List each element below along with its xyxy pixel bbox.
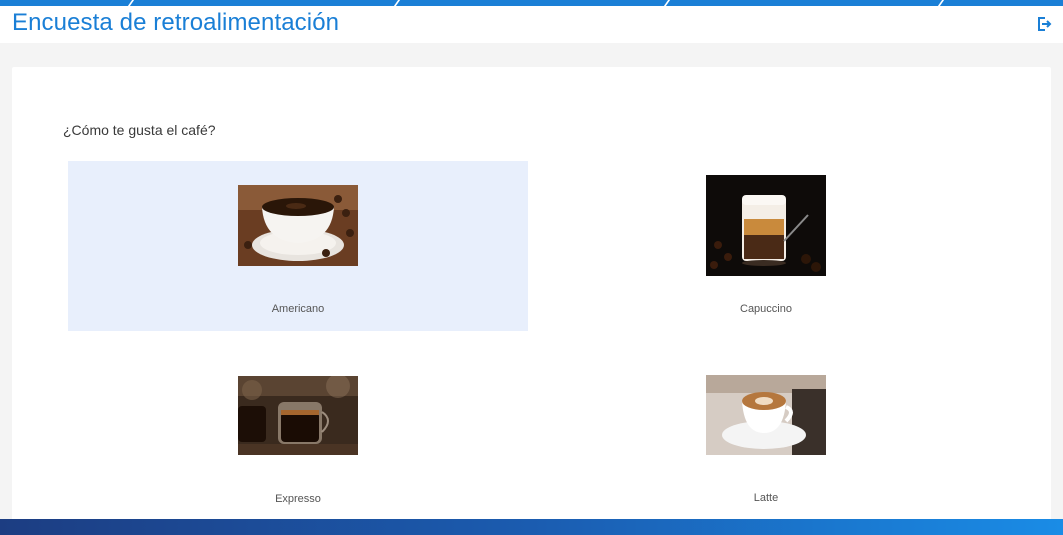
option-label: Capuccino (740, 303, 792, 315)
option-latte[interactable]: Latte (536, 351, 996, 521)
option-label: Expresso (275, 493, 321, 505)
option-label: Americano (271, 303, 325, 315)
footer-gradient-bar (0, 519, 1063, 535)
americano-image (238, 185, 358, 266)
app-header: Encuesta de retroalimentación (0, 6, 1063, 43)
latte-image (706, 375, 826, 455)
option-label: Latte (753, 492, 779, 504)
option-americano[interactable]: Americano (68, 161, 528, 331)
page-title: Encuesta de retroalimentación (12, 9, 340, 36)
logout-icon[interactable] (1036, 16, 1052, 32)
expresso-image (238, 376, 358, 455)
option-capuccino[interactable]: Capuccino (536, 161, 996, 331)
survey-question: ¿Cómo te gusta el café? (63, 122, 216, 138)
option-expresso[interactable]: Expresso (68, 351, 528, 521)
survey-card: ¿Cómo te gusta el café? Americano Capucc… (12, 67, 1051, 527)
capuccino-image (706, 175, 826, 276)
